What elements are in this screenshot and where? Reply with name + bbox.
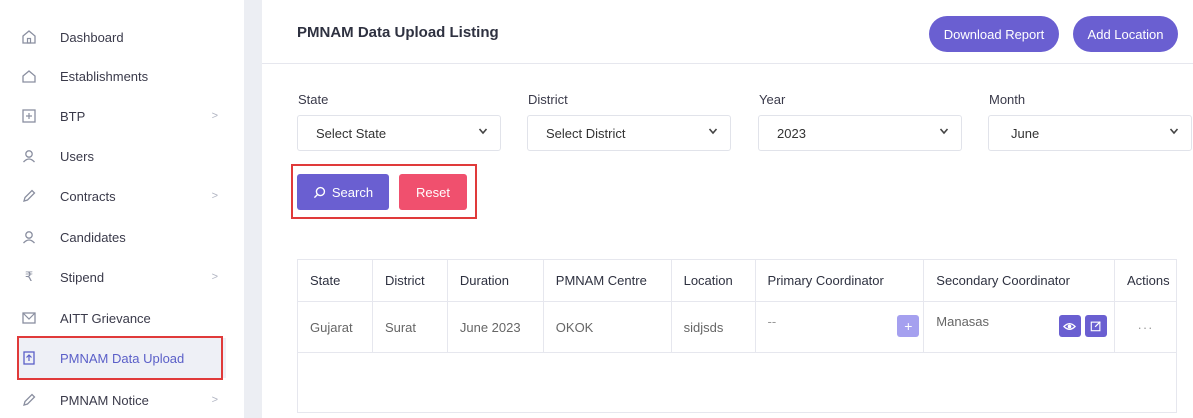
- state-select-value: Select State: [316, 125, 387, 141]
- pen-icon: [18, 389, 40, 411]
- district-label: District: [528, 92, 568, 107]
- sidebar-item-btp[interactable]: BTP >: [18, 96, 226, 136]
- add-coordinator-button[interactable]: +: [897, 315, 920, 337]
- sidebar-item-label: PMNAM Notice: [60, 392, 149, 408]
- chevron-down-icon: [1169, 128, 1179, 135]
- table-row: [297, 352, 1177, 413]
- sidebar-item-users[interactable]: Users: [18, 136, 226, 176]
- column-header: Primary Coordinator: [754, 259, 925, 302]
- sidebar-item-label: Stipend: [60, 269, 105, 285]
- secondary-coordinator-cell: Manasas: [923, 301, 1115, 353]
- empty-row: [297, 352, 1177, 413]
- highlight-box: [17, 336, 223, 380]
- state-label: State: [298, 92, 329, 107]
- state-select[interactable]: Select State: [297, 115, 501, 151]
- sidebar-item-aitt-grievance[interactable]: AITT Grievance: [18, 298, 226, 338]
- sidebar-item-contracts[interactable]: Contracts >: [18, 176, 226, 216]
- actions-cell: ···: [1113, 301, 1178, 353]
- listing-table: State District Duration PMNAM Centre Loc…: [297, 259, 1178, 413]
- pen-icon: [18, 185, 40, 207]
- eye-icon: [1063, 322, 1077, 330]
- sidebar-item-label: Contracts: [60, 188, 116, 204]
- column-header: District: [371, 259, 448, 302]
- chevron-right-icon: >: [211, 271, 218, 283]
- sidebar-item-label: BTP: [60, 108, 86, 124]
- primary-coordinator-value: --: [767, 314, 777, 329]
- district-select[interactable]: Select District: [527, 115, 731, 151]
- search-icon: [313, 186, 326, 198]
- state-cell: Gujarat: [297, 301, 373, 353]
- year-label: Year: [759, 92, 786, 107]
- sidebar-divider: [244, 0, 262, 418]
- home-icon: [18, 26, 40, 48]
- location-cell: sidjsds: [670, 301, 756, 353]
- reset-button[interactable]: Reset: [399, 174, 467, 210]
- rupee-icon: ₹: [24, 269, 34, 284]
- month-select-value: June: [1011, 125, 1040, 141]
- sidebar-item-stipend[interactable]: ₹ Stipend >: [18, 257, 226, 297]
- chevron-down-icon: [939, 128, 949, 135]
- sidebar-item-candidates[interactable]: Candidates: [18, 217, 226, 257]
- chevron-down-icon: [708, 128, 718, 135]
- candidates-icon: [18, 226, 40, 248]
- chevron-right-icon: >: [211, 394, 218, 406]
- month-select[interactable]: June: [988, 115, 1192, 151]
- edit-icon: [1090, 321, 1101, 332]
- year-select-value: 2023: [777, 125, 806, 141]
- table-row: Gujarat Surat June 2023 OKOK sidjsds -- …: [297, 301, 1178, 353]
- month-label: Month: [989, 92, 1026, 107]
- column-header: Actions: [1113, 259, 1178, 302]
- column-header: PMNAM Centre: [542, 259, 672, 302]
- page-header: PMNAM Data Upload Listing Download Repor…: [262, 0, 1193, 64]
- column-header: State: [297, 259, 373, 302]
- centre-cell: OKOK: [542, 301, 672, 353]
- secondary-coordinator-value: Manasas: [936, 314, 990, 329]
- sidebar-item-label: Candidates: [60, 229, 126, 245]
- download-report-button[interactable]: Download Report: [929, 16, 1059, 52]
- sidebar: Dashboard Establishments BTP > Users Con…: [0, 0, 244, 418]
- primary-coordinator-cell: -- +: [754, 301, 925, 353]
- view-coordinator-button[interactable]: [1058, 315, 1081, 337]
- house-outline-icon: [18, 65, 40, 87]
- main-content: PMNAM Data Upload Listing Download Repor…: [262, 0, 1193, 418]
- duration-cell: June 2023: [446, 301, 544, 353]
- sidebar-item-establishments[interactable]: Establishments: [18, 56, 226, 96]
- sidebar-item-pmnam-notice[interactable]: PMNAM Notice >: [18, 380, 226, 418]
- sidebar-item-label: Dashboard: [60, 29, 124, 45]
- sidebar-item-label: Users: [60, 148, 94, 164]
- search-button-label: Search: [331, 184, 374, 200]
- chevron-right-icon: >: [211, 110, 218, 122]
- edit-coordinator-button[interactable]: [1084, 315, 1107, 337]
- plus-icon: +: [904, 318, 913, 334]
- district-cell: Surat: [371, 301, 448, 353]
- more-actions-icon[interactable]: ···: [1137, 320, 1153, 335]
- sidebar-item-dashboard[interactable]: Dashboard: [18, 17, 226, 57]
- column-header: Location: [670, 259, 756, 302]
- users-icon: [18, 145, 40, 167]
- sidebar-item-label: AITT Grievance: [60, 310, 151, 326]
- square-plus-icon: [18, 105, 40, 127]
- page-title: PMNAM Data Upload Listing: [297, 24, 499, 41]
- year-select[interactable]: 2023: [758, 115, 962, 151]
- chevron-right-icon: >: [211, 190, 218, 202]
- district-select-value: Select District: [546, 125, 626, 141]
- sidebar-item-label: Establishments: [60, 68, 149, 84]
- add-location-button[interactable]: Add Location: [1073, 16, 1178, 52]
- grievance-icon: [18, 307, 40, 329]
- chevron-down-icon: [478, 128, 488, 135]
- column-header: Secondary Coordinator: [923, 259, 1115, 302]
- column-header: Duration: [446, 259, 544, 302]
- table-header-row: State District Duration PMNAM Centre Loc…: [297, 259, 1178, 302]
- search-button[interactable]: Search: [297, 174, 389, 210]
